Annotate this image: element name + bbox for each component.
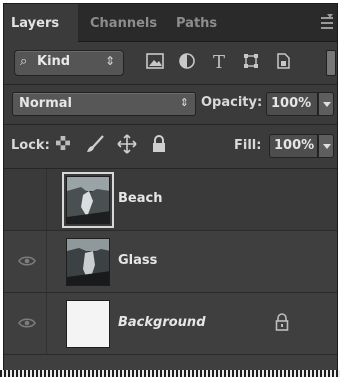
opacity-field[interactable]: 100%	[266, 92, 318, 116]
fill-label: Fill:	[234, 138, 262, 153]
layer-filter-row: ⌕ Kind ⇕ T	[4, 42, 337, 84]
chevron-down-icon	[323, 102, 331, 107]
pixel-layer-filter-icon[interactable]	[144, 52, 166, 74]
layer-name: Glass	[118, 253, 158, 268]
search-icon: ⌕	[20, 54, 28, 69]
eye-icon[interactable]	[18, 316, 36, 330]
lock-transparent-pixels-icon[interactable]	[52, 134, 74, 156]
opacity-label: Opacity:	[201, 95, 263, 110]
lock-icon	[274, 312, 290, 332]
layer-name: Beach	[118, 191, 163, 206]
fill-slider-button[interactable]	[318, 134, 334, 158]
panel-bottom-edge	[0, 370, 340, 377]
layer-row-background[interactable]: Background	[4, 293, 337, 355]
divider	[46, 231, 47, 292]
filter-toggle-switch[interactable]	[326, 50, 336, 76]
fill-field[interactable]: 100%	[269, 134, 318, 158]
smart-object-filter-icon[interactable]	[272, 52, 294, 74]
filter-kind-select[interactable]: ⌕ Kind ⇕	[14, 50, 124, 76]
layers-list: Beach Glass Background	[4, 169, 337, 374]
layer-name: Background	[118, 315, 206, 330]
shape-layer-filter-icon[interactable]	[240, 52, 262, 74]
chevron-down-icon	[323, 144, 331, 149]
panel-tab-bar: Layers Channels Paths	[4, 4, 337, 42]
filter-kind-label: Kind	[37, 54, 71, 69]
layer-thumbnail-background	[66, 300, 110, 348]
layers-panel: Layers Channels Paths ⌕ Kind ⇕ T Normal …	[3, 3, 338, 374]
tab-paths[interactable]: Paths	[176, 4, 217, 42]
divider	[46, 293, 47, 354]
lock-image-pixels-icon[interactable]	[84, 134, 106, 156]
layer-thumbnail-glass	[66, 238, 110, 286]
panel-menu-icon[interactable]	[315, 14, 333, 30]
lock-all-icon[interactable]	[148, 134, 170, 156]
select-arrows-icon: ⇕	[104, 54, 115, 68]
divider	[46, 169, 47, 230]
type-layer-filter-icon[interactable]: T	[208, 52, 230, 74]
blend-mode-value: Normal	[19, 96, 72, 111]
opacity-slider-button[interactable]	[318, 92, 334, 116]
lock-label: Lock:	[11, 138, 50, 153]
tab-channels[interactable]: Channels	[90, 4, 157, 42]
visibility-toggle-off[interactable]	[18, 192, 36, 206]
blend-mode-select[interactable]: Normal ⇕	[12, 92, 196, 116]
adjustment-layer-filter-icon[interactable]	[176, 52, 198, 74]
lock-row: Lock: Fill: 100%	[4, 124, 337, 168]
select-arrows-icon: ⇕	[179, 96, 189, 109]
eye-icon[interactable]	[18, 254, 36, 268]
layer-thumbnail-beach	[62, 172, 114, 228]
layer-row-beach[interactable]: Beach	[4, 169, 337, 231]
blend-row: Normal ⇕ Opacity: 100%	[4, 84, 337, 124]
lock-position-icon[interactable]	[116, 134, 138, 156]
tab-layers[interactable]: Layers	[4, 4, 78, 42]
layer-row-glass[interactable]: Glass	[4, 231, 337, 293]
